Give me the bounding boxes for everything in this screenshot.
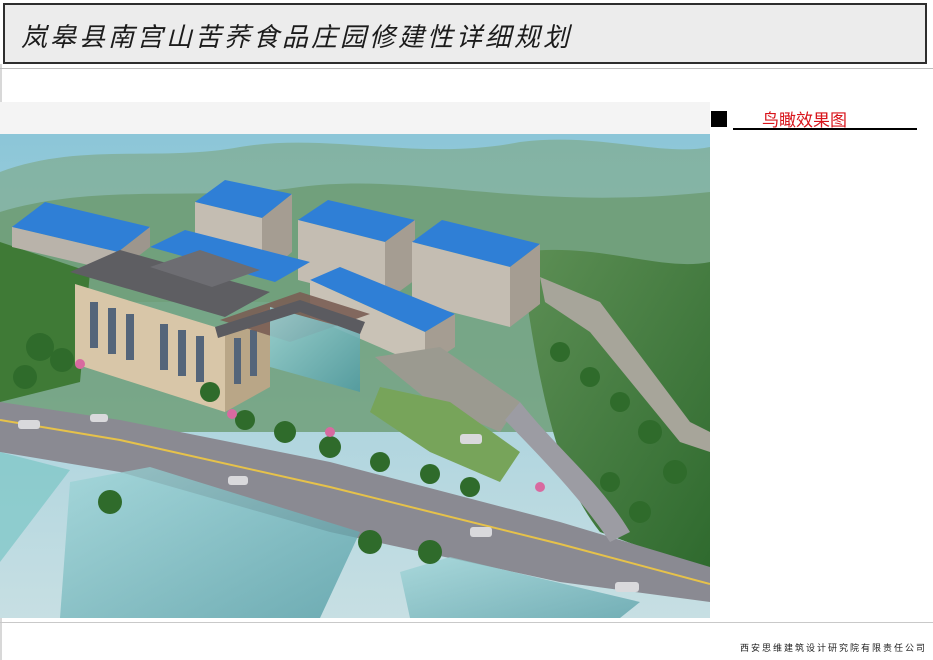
aerial-rendering bbox=[0, 102, 710, 618]
title-bar: 岚皋县南宫山苦荞食品庄园修建性详细规划 bbox=[3, 3, 927, 64]
section-underline bbox=[733, 128, 917, 130]
footer-company: 西安思维建筑设计研究院有限责任公司 bbox=[739, 644, 927, 654]
page-title: 岚皋县南宫山苦荞食品庄园修建性详细规划 bbox=[21, 23, 573, 53]
footer-divider bbox=[0, 622, 933, 623]
aerial-rendering-image bbox=[0, 134, 710, 618]
header-divider bbox=[0, 68, 933, 69]
section-marker-square bbox=[711, 111, 727, 127]
